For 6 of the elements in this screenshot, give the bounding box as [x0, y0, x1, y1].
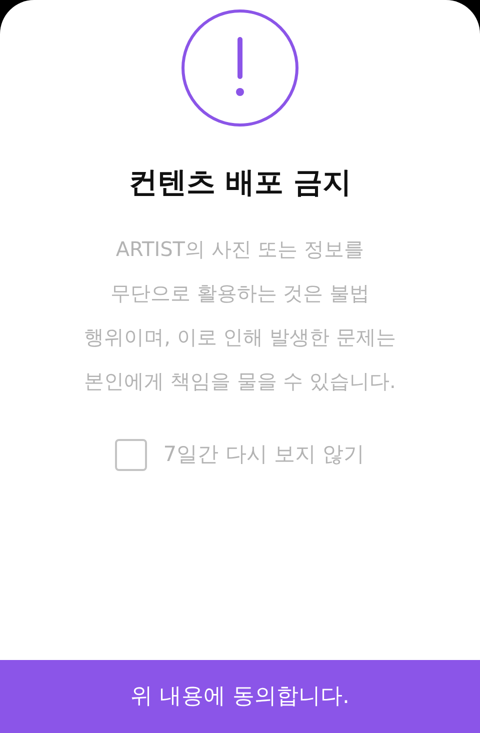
checkbox-label: 7일간 다시 보지 않기 [163, 440, 365, 468]
dialog-title: 컨텐츠 배포 금지 [128, 164, 352, 201]
checkbox[interactable] [115, 438, 148, 470]
agree-button[interactable]: 위 내용에 동의합니다. [0, 660, 480, 733]
warning-message: ARTIST의 사진 또는 정보를 무단으로 활용하는 것은 불법 행위이며, 이로 인해 발생한 문제는 본인에게 책임을 물을 수 있습니다. [83, 236, 397, 394]
warning-icon [181, 9, 299, 127]
